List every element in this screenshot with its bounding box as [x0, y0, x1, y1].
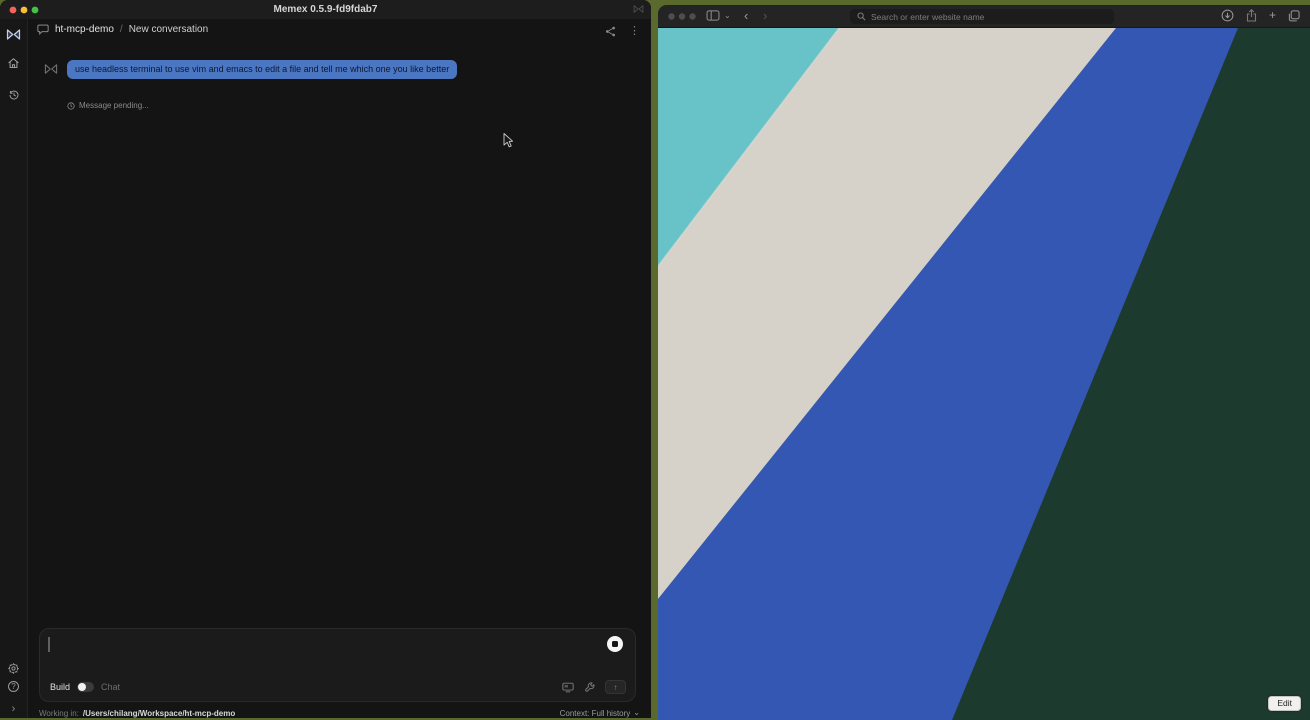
- working-in-label: Working in:: [39, 708, 79, 718]
- window-title: Memex 0.5.9-fd9fdab7: [273, 4, 378, 15]
- chevron-down-icon: ⌄: [724, 10, 731, 20]
- send-button[interactable]: ↑: [605, 680, 626, 694]
- user-message-row: use headless terminal to use vim and ema…: [44, 60, 458, 79]
- context-label: Context: Full history: [559, 708, 631, 718]
- stop-square-icon: [612, 641, 618, 647]
- build-chat-toggle[interactable]: [77, 682, 95, 692]
- expand-sidebar-chevron-icon[interactable]: ›: [0, 703, 27, 715]
- memex-window: Memex 0.5.9-fd9fdab7 ? › ht-mcp-demo / N…: [0, 0, 651, 718]
- breadcrumb-page: New conversation: [128, 24, 209, 35]
- memex-home-logo-icon[interactable]: [0, 28, 27, 41]
- tools-wrench-icon[interactable]: [584, 681, 595, 693]
- share-icon[interactable]: [605, 26, 616, 37]
- safari-toolbar: ⌄ ‹ › Search or enter website name +: [658, 5, 1310, 28]
- browser-content: Edit: [658, 28, 1310, 720]
- working-directory-path: /Users/chilang/Workspace/ht-mcp-demo: [82, 708, 236, 718]
- address-placeholder: Search or enter website name: [871, 11, 985, 22]
- breadcrumb-separator: /: [119, 24, 123, 35]
- wallpaper-image: [658, 28, 1310, 720]
- context-dropdown[interactable]: Context: Full history ⌄: [560, 709, 640, 718]
- memex-avatar-icon: [44, 63, 58, 75]
- breadcrumb: ht-mcp-demo / New conversation: [37, 24, 208, 35]
- text-caret: [48, 637, 50, 652]
- conversation-header: ht-mcp-demo / New conversation ⋮: [28, 22, 651, 42]
- help-icon[interactable]: ?: [0, 681, 27, 692]
- chat-bubble-icon: [37, 24, 49, 35]
- minimize-window-button[interactable]: [678, 13, 686, 20]
- mode-label-chat[interactable]: Chat: [101, 682, 120, 692]
- chevron-down-icon: ⌄: [633, 708, 640, 717]
- close-window-button[interactable]: [668, 13, 675, 20]
- memex-sidebar: ? ›: [0, 19, 28, 718]
- settings-gear-icon[interactable]: [0, 662, 27, 675]
- search-icon: [857, 12, 866, 21]
- header-actions: ⋮: [605, 24, 640, 38]
- zoom-window-button[interactable]: [689, 13, 696, 20]
- share-icon[interactable]: [1246, 9, 1257, 22]
- statusbar: Working in: /Users/chilang/Workspace/ht-…: [39, 706, 640, 718]
- composer-action-icons: ↑: [562, 680, 626, 694]
- memex-main-panel: ht-mcp-demo / New conversation ⋮ use hea…: [28, 19, 651, 718]
- edit-button[interactable]: Edit: [1268, 696, 1301, 711]
- help-question-glyph: ?: [8, 681, 19, 692]
- forward-button[interactable]: ›: [763, 7, 767, 25]
- composer-input-area[interactable]: Build Chat ↑: [39, 628, 636, 702]
- stop-generation-button[interactable]: [607, 636, 623, 652]
- message-pending-status: Message pending...: [67, 101, 149, 110]
- safari-traffic-lights[interactable]: [668, 13, 697, 20]
- more-options-kebab-icon[interactable]: ⋮: [629, 24, 640, 38]
- send-arrow-icon: ↑: [613, 682, 618, 692]
- new-tab-plus-icon[interactable]: +: [1269, 9, 1276, 22]
- mode-label-build[interactable]: Build: [50, 682, 70, 692]
- pending-status-text: Message pending...: [79, 101, 149, 110]
- safari-window: ⌄ ‹ › Search or enter website name + Edi…: [658, 5, 1310, 720]
- back-button[interactable]: ‹: [744, 7, 748, 25]
- toggle-knob: [78, 683, 87, 691]
- pending-clock-icon: [67, 101, 75, 110]
- sidebar-toggle-button[interactable]: ⌄: [706, 10, 731, 21]
- address-bar[interactable]: Search or enter website name: [850, 9, 1114, 24]
- user-message-bubble: use headless terminal to use vim and ema…: [67, 60, 458, 79]
- home-icon[interactable]: [0, 57, 27, 70]
- toolbar-actions: +: [1221, 9, 1300, 22]
- history-icon[interactable]: [0, 89, 27, 101]
- tab-overview-icon[interactable]: [1288, 9, 1300, 22]
- screen-capture-icon[interactable]: [562, 682, 574, 693]
- downloads-icon[interactable]: [1221, 9, 1234, 22]
- memex-titlebar: Memex 0.5.9-fd9fdab7: [0, 0, 651, 19]
- breadcrumb-project[interactable]: ht-mcp-demo: [55, 24, 114, 35]
- memex-logo-icon: [633, 4, 644, 14]
- composer-toolbar: Build Chat ↑: [50, 679, 626, 695]
